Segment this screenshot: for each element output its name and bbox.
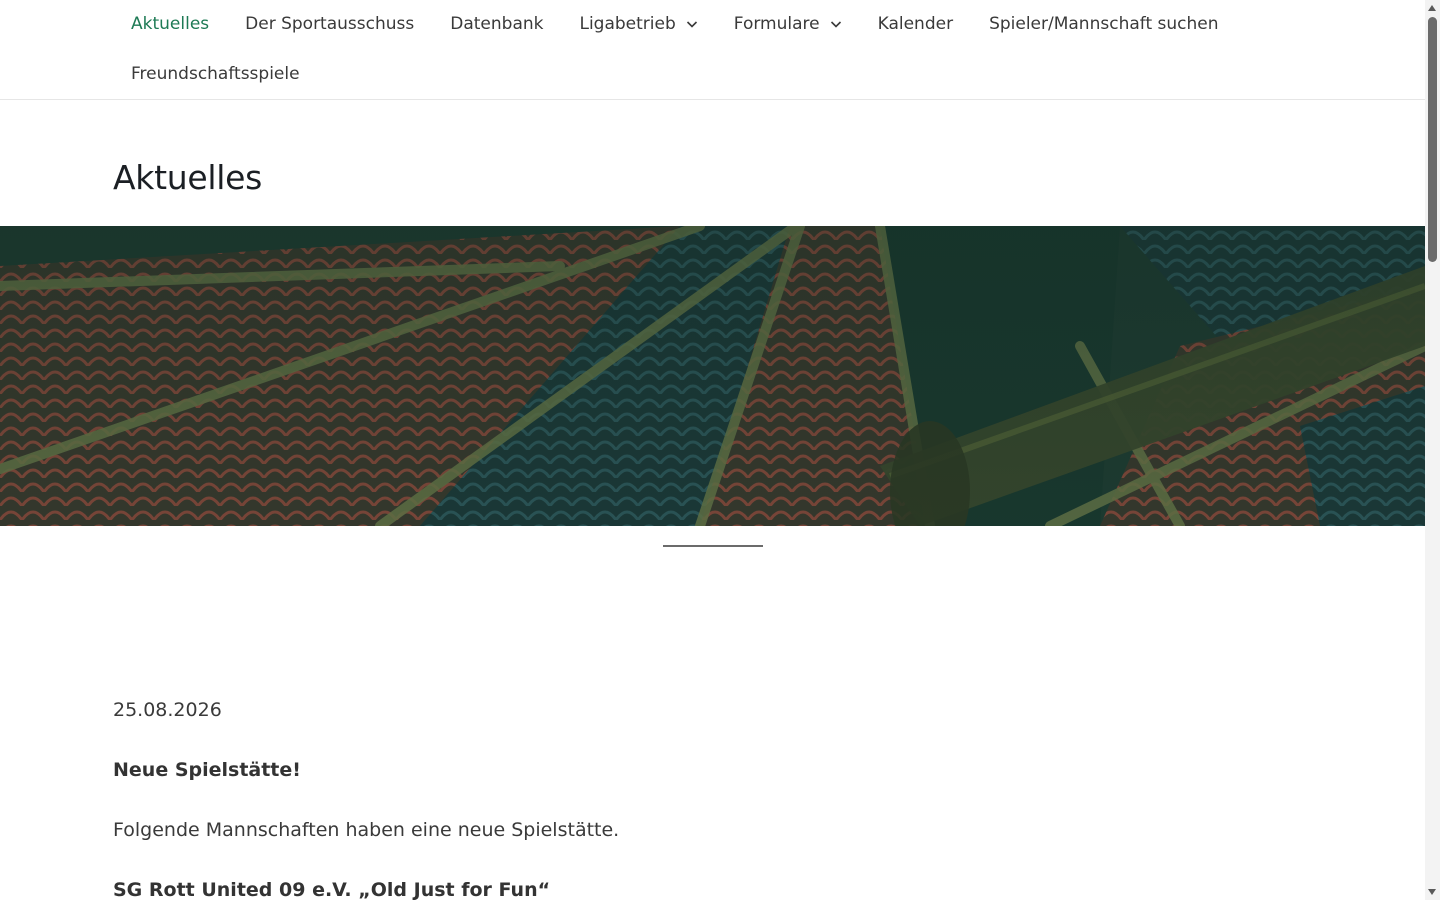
post-team-name: SG Rott United 09 e.V. „Old Just for Fun… bbox=[113, 879, 551, 900]
post-heading: Neue Spielstätte! bbox=[113, 759, 301, 781]
scroll-thumb[interactable] bbox=[1428, 17, 1437, 262]
nav-item-label: Formulare bbox=[733, 14, 820, 34]
nav-item-label: Aktuelles bbox=[131, 14, 210, 34]
nav-item-label: Freundschaftsspiele bbox=[131, 64, 300, 84]
nav-item-label: Der Sportausschuss bbox=[245, 14, 415, 34]
nav-item-spieler-suchen[interactable]: Spieler/Mannschaft suchen bbox=[971, 14, 1236, 34]
nav-row-secondary: Freundschaftsspiele bbox=[113, 50, 318, 98]
nav-item-ligabetrieb[interactable]: Ligabetrieb bbox=[561, 14, 715, 34]
chevron-down-icon bbox=[686, 21, 697, 28]
nav-item-label: Kalender bbox=[877, 14, 954, 34]
nav-row-primary: Aktuelles Der Sportausschuss Datenbank L… bbox=[113, 0, 1237, 48]
scroll-down-arrow-icon[interactable] bbox=[1428, 889, 1436, 895]
scroll-up-arrow-icon[interactable] bbox=[1428, 5, 1436, 11]
nav-item-kalender[interactable]: Kalender bbox=[860, 14, 971, 34]
nav-item-datenbank[interactable]: Datenbank bbox=[432, 14, 561, 34]
nav-item-aktuelles[interactable]: Aktuelles bbox=[113, 14, 227, 34]
post-date: 25.08.2026 bbox=[113, 699, 222, 721]
chevron-down-icon bbox=[830, 21, 841, 28]
page: Aktuelles Der Sportausschuss Datenbank L… bbox=[0, 0, 1425, 900]
nav-item-formulare[interactable]: Formulare bbox=[716, 14, 860, 34]
main-navigation: Aktuelles Der Sportausschuss Datenbank L… bbox=[0, 0, 1425, 100]
post-content: 25.08.2026 Neue Spielstätte! Folgende Ma… bbox=[113, 696, 1313, 900]
post-intro: Folgende Mannschaften haben eine neue Sp… bbox=[113, 819, 620, 841]
hero-banner-image bbox=[0, 226, 1425, 526]
nav-item-sportausschuss[interactable]: Der Sportausschuss bbox=[227, 14, 432, 34]
vertical-scrollbar[interactable] bbox=[1425, 0, 1440, 900]
nav-item-freundschaftsspiele[interactable]: Freundschaftsspiele bbox=[113, 64, 318, 84]
nav-item-label: Spieler/Mannschaft suchen bbox=[989, 14, 1219, 34]
page-title: Aktuelles bbox=[113, 158, 262, 197]
section-divider bbox=[663, 545, 763, 547]
nav-item-label: Datenbank bbox=[450, 14, 544, 34]
nav-item-label: Ligabetrieb bbox=[579, 14, 676, 34]
dartboard-image bbox=[0, 226, 1425, 526]
